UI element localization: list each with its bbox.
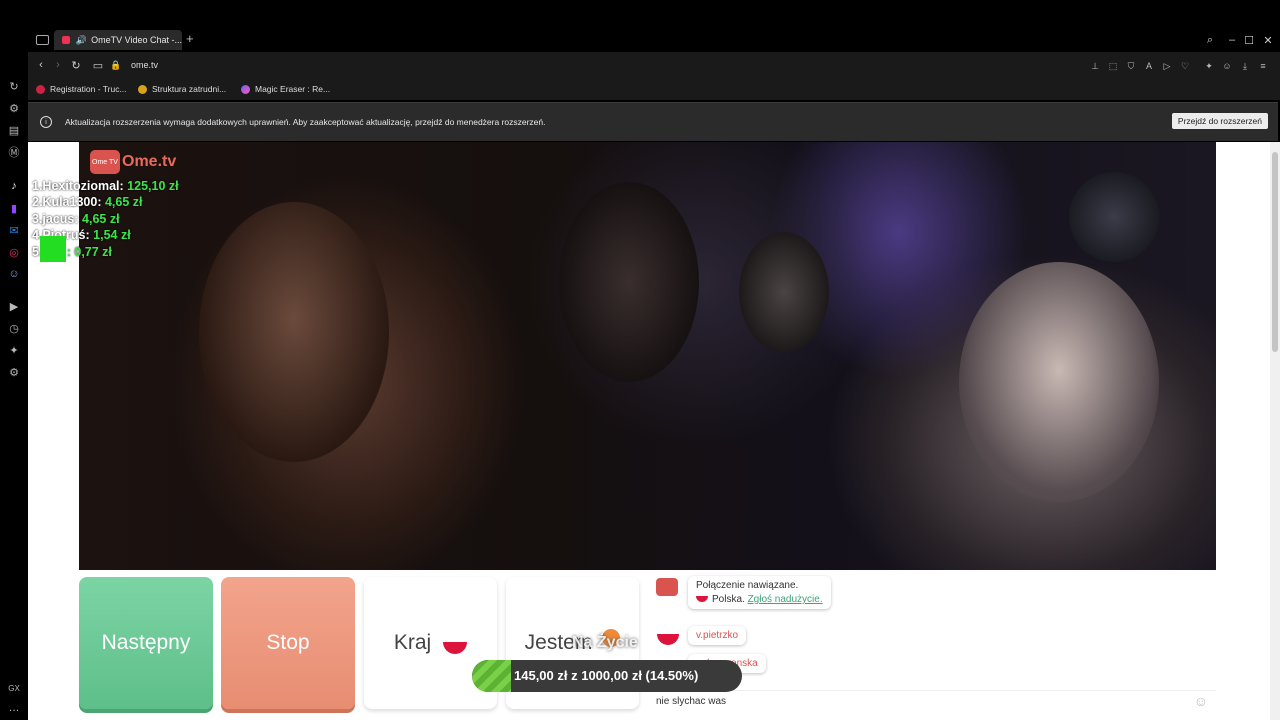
reload-button[interactable]: ↻: [69, 58, 83, 72]
address-bar: ‹ › ↻ ▭ 🔒 ome.tv ⊥ ⬚ ⛉ A ▷ ♡ ✦ ☺ ⤓ ≡: [28, 52, 1280, 80]
person-streamer: [959, 262, 1159, 502]
gx-label[interactable]: GX: [6, 680, 22, 696]
chat-message: v.pietrzko: [688, 626, 747, 645]
ometv-logo-text: Ome.tv: [122, 153, 177, 170]
poland-flag-icon: [443, 642, 468, 654]
discord-icon[interactable]: ☺: [6, 266, 22, 282]
more-sidebar-icon[interactable]: …: [6, 700, 22, 716]
donation-goal-text: 145,00 zł z 1000,00 zł (14.50%): [514, 668, 699, 683]
connection-status-message: Połączenie nawiązane. Polska. Zgłoś nadu…: [688, 576, 831, 609]
stop-button[interactable]: Stop: [221, 577, 355, 709]
lock-icon[interactable]: 🔒: [109, 58, 123, 72]
search-tabs-icon[interactable]: ⌕: [1204, 34, 1216, 46]
scrollbar[interactable]: [1270, 142, 1280, 720]
poland-flag-icon: [657, 634, 679, 645]
history-icon[interactable]: ◷: [6, 320, 22, 336]
next-button[interactable]: Następny: [79, 577, 213, 709]
minimize-button[interactable]: –: [1226, 34, 1238, 46]
extensions-icon[interactable]: ✦: [1203, 60, 1215, 72]
url-field[interactable]: ome.tv: [131, 60, 158, 70]
snapshot-icon[interactable]: ⬚: [1107, 60, 1119, 72]
chat-input[interactable]: nie slychac was ☺: [648, 690, 1216, 713]
bookmark-item[interactable]: Struktura zatrudni...: [138, 84, 226, 94]
refresh-sidebar-icon[interactable]: ↻: [6, 78, 22, 94]
extensions-sidebar-icon[interactable]: ✦: [6, 342, 22, 358]
menu-icon[interactable]: ≡: [1257, 60, 1269, 72]
instagram-icon[interactable]: ◎: [6, 244, 22, 260]
headset-skull-icon: [1069, 172, 1159, 262]
leaderboard-row: 3.jacus: 4,65 zł: [32, 211, 120, 226]
tab-ometv[interactable]: 🔊 OmeTV Video Chat -...: [54, 30, 182, 50]
news-icon[interactable]: ▤: [6, 122, 22, 138]
video-stream: [79, 142, 1216, 570]
report-abuse-link[interactable]: Zgłoś nadużycie.: [748, 594, 823, 605]
browser-sidebar: ↻ ⚙ ▤ Ⓜ ♪ ▮ ✉ ◎ ☺ ▶ ◷ ✦ ⚙ GX …: [0, 28, 28, 720]
bookmark-favicon-icon: [138, 84, 147, 94]
new-tab-button[interactable]: +: [186, 31, 194, 46]
account-icon[interactable]: ☺: [1221, 60, 1233, 72]
bookmark-favicon-icon: [36, 84, 45, 94]
bookmark-favicon-icon: [241, 84, 250, 94]
player-icon[interactable]: ▶: [6, 298, 22, 314]
kick-logo-icon: [40, 236, 66, 262]
heart-icon[interactable]: ♡: [1179, 60, 1191, 72]
ometv-favicon-icon: [62, 36, 70, 44]
person-background: [739, 232, 829, 352]
donation-goal-bar: 145,00 zł z 1000,00 zł (14.50%): [472, 660, 742, 692]
notification-text: Aktualizacja rozszerzenia wymaga dodatko…: [65, 117, 546, 127]
goal-label: Na Życie: [572, 634, 638, 651]
settings-icon[interactable]: ⚙: [6, 364, 22, 380]
back-button[interactable]: ‹: [34, 58, 48, 72]
ometv-tv-icon: Ome TV: [90, 150, 120, 174]
emoji-icon[interactable]: ☺: [1194, 693, 1208, 709]
country-label: Kraj: [393, 631, 432, 654]
tab-bar: 🔊 OmeTV Video Chat -... + ⌕ – ☐ ✕: [0, 28, 1280, 52]
donation-goal-fill: [472, 660, 512, 692]
tab-title: OmeTV Video Chat -...: [91, 35, 182, 45]
leaderboard-row: 2.Kula1300: 4,65 zł: [32, 195, 143, 210]
extension-notification: i Aktualizacja rozszerzenia wymaga dodat…: [28, 102, 1278, 141]
ometv-logo: Ome TV Ome.tv: [90, 150, 176, 174]
adblock-shield-icon[interactable]: ⛉: [1125, 60, 1137, 72]
close-window-button[interactable]: ✕: [1262, 34, 1274, 47]
person-woman-left: [199, 202, 389, 462]
tiktok-icon[interactable]: ♪: [6, 178, 22, 194]
messenger-icon[interactable]: ✉: [6, 222, 22, 238]
bookmarks-bar: Registration - Truc... Struktura zatrudn…: [28, 80, 1280, 100]
pin-icon[interactable]: ⊥: [1089, 60, 1101, 72]
leaderboard-row: 1.Hexitoziomal: 125,10 zł: [32, 179, 179, 193]
speaker-icon[interactable]: 🔊: [76, 35, 87, 46]
poland-flag-icon: [696, 596, 708, 603]
maximize-button[interactable]: ☐: [1243, 34, 1255, 47]
bookmark-item[interactable]: Magic Eraser : Re...: [241, 84, 330, 94]
person-woman-center: [559, 182, 699, 382]
bookmark-item[interactable]: Registration - Truc...: [36, 84, 127, 94]
camera-icon[interactable]: ▭: [91, 58, 105, 72]
play-icon[interactable]: ▷: [1161, 60, 1173, 72]
info-icon: i: [40, 116, 52, 128]
go-to-extensions-button[interactable]: Przejdź do rozszerzeń: [1171, 113, 1268, 129]
ometv-chat-avatar-icon: [656, 578, 678, 596]
m-icon[interactable]: Ⓜ: [6, 144, 22, 160]
twitch-icon[interactable]: ▮: [6, 200, 22, 216]
scrollbar-thumb[interactable]: [1272, 152, 1278, 352]
translate-icon[interactable]: A: [1143, 60, 1155, 72]
download-icon[interactable]: ⤓: [1239, 60, 1251, 72]
forward-button[interactable]: ›: [51, 58, 65, 72]
gx-control-icon[interactable]: ⚙: [6, 100, 22, 116]
tab-manager-icon[interactable]: [36, 35, 49, 45]
